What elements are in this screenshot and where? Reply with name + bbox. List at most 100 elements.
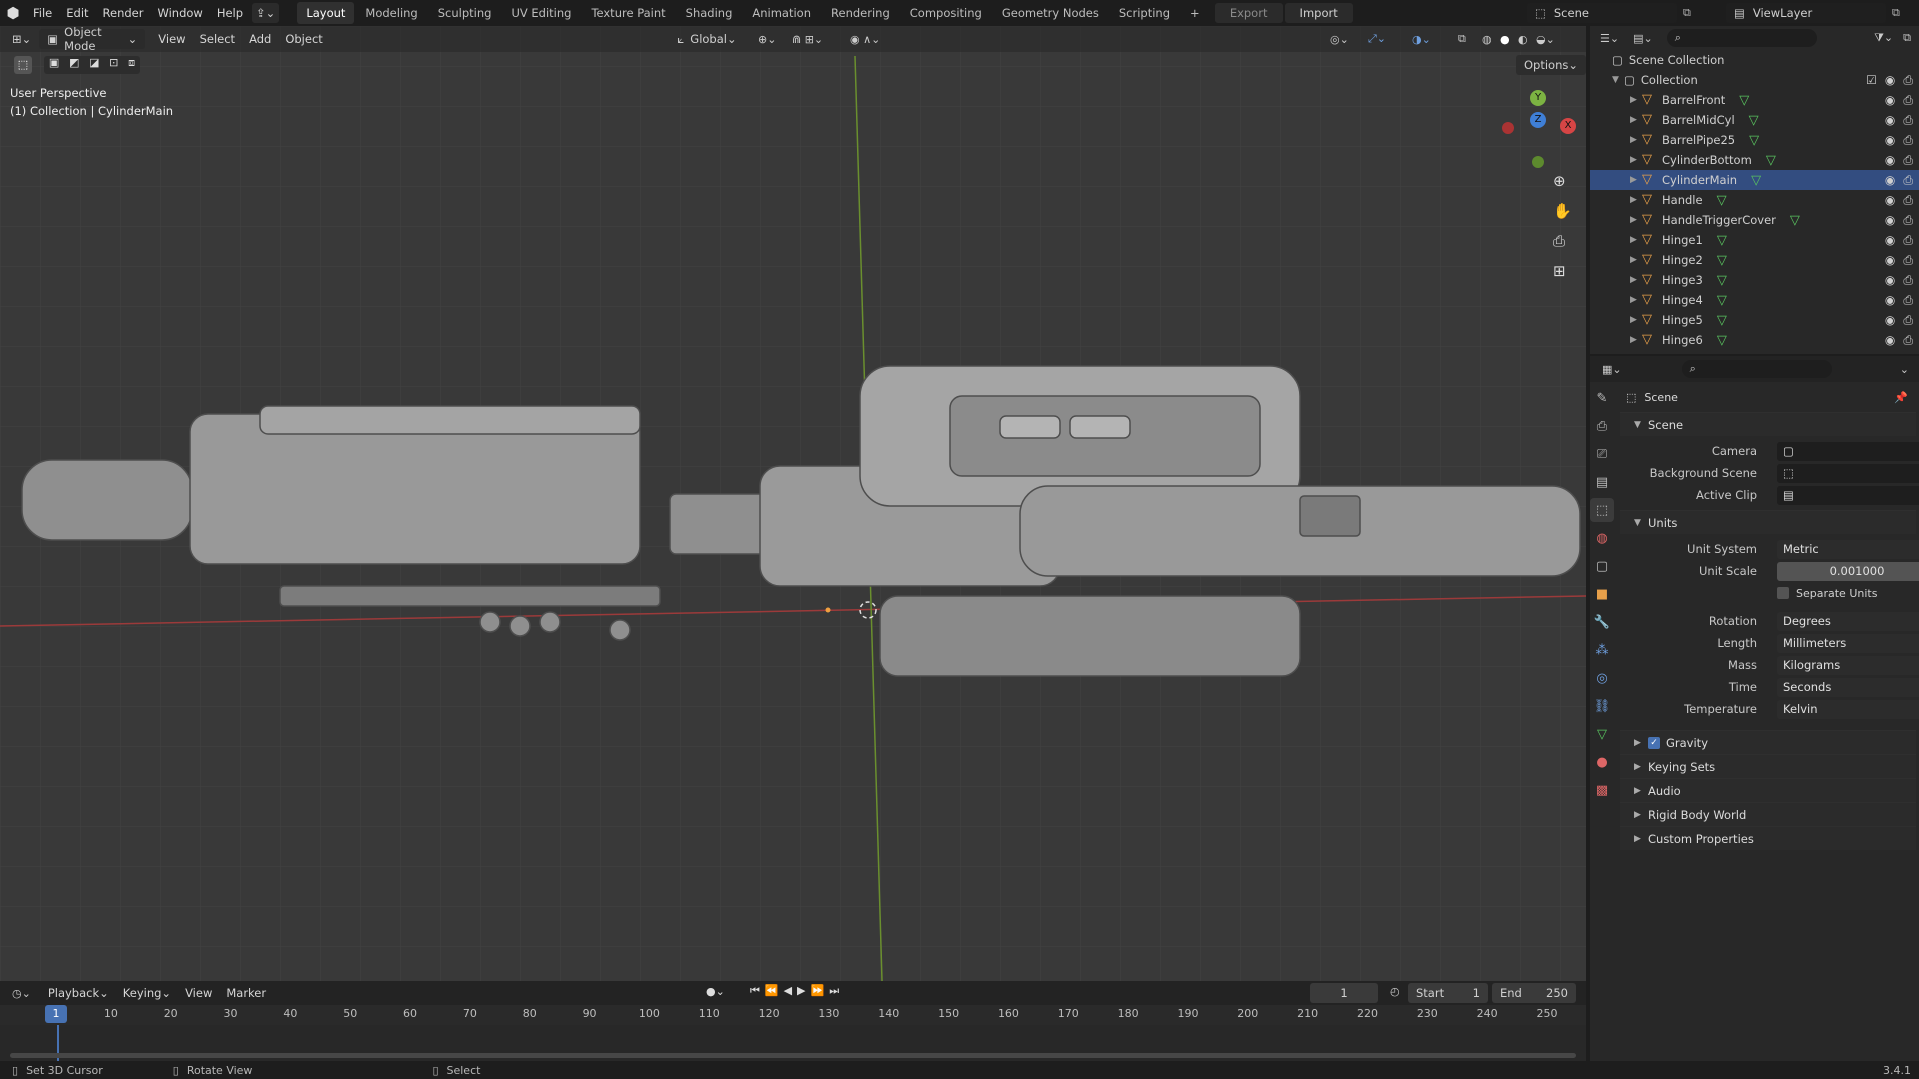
outliner-object-row[interactable]: ▶ ▽ Hinge6 ▽ ◉ ⎙	[1590, 330, 1919, 350]
chevron-right-icon[interactable]: ▶	[1630, 275, 1642, 285]
shading-wireframe-icon[interactable]: ◍	[1482, 33, 1492, 46]
camera-icon[interactable]: ⎙	[1903, 93, 1913, 108]
unit-scale-field[interactable]: 0.001000	[1777, 561, 1919, 581]
mesh-data-icon[interactable]: ▽	[1790, 213, 1800, 228]
tl-menu-playback[interactable]: Playback⌄	[41, 980, 116, 1006]
view-layer-selector[interactable]: ▤ ViewLayer	[1726, 3, 1886, 23]
units-panel-header[interactable]: ▼ Units	[1620, 510, 1916, 534]
chevron-right-icon[interactable]: ▶	[1630, 135, 1642, 145]
toolbar-select-box[interactable]: ⬚	[14, 56, 32, 74]
camera-icon[interactable]: ⎙	[1903, 213, 1913, 228]
mesh-data-icon[interactable]: ▽	[1717, 233, 1727, 248]
texture-tab-icon[interactable]: ▩	[1590, 778, 1614, 802]
tab-animation[interactable]: Animation	[743, 2, 820, 24]
scene-tab-icon[interactable]: ⬚	[1590, 498, 1614, 522]
eye-icon[interactable]: ◉	[1885, 333, 1895, 348]
select-subtract-icon[interactable]: ◪	[89, 56, 99, 74]
tl-menu-marker[interactable]: Marker	[219, 980, 273, 1006]
blender-logo-icon[interactable]: ⬢	[0, 4, 26, 22]
mesh-data-icon[interactable]: ▽	[1717, 313, 1727, 328]
modifier-tab-icon[interactable]: 🔧	[1590, 610, 1614, 634]
eye-icon[interactable]: ◉	[1885, 173, 1895, 188]
snap-icon[interactable]: ⋒ ⊞⌄	[792, 33, 823, 46]
shading-material-icon[interactable]: ◐	[1518, 33, 1528, 46]
chevron-right-icon[interactable]: ▶	[1630, 195, 1642, 205]
custom-properties-panel-header[interactable]: ▶ Custom Properties	[1620, 826, 1916, 850]
object-tab-icon[interactable]: ■	[1590, 582, 1614, 606]
eye-icon[interactable]: ◉	[1885, 73, 1895, 88]
tl-menu-keying[interactable]: Keying⌄	[116, 980, 178, 1006]
camera-icon[interactable]: ⎙	[1903, 233, 1913, 248]
chevron-right-icon[interactable]: ▶	[1630, 315, 1642, 325]
gravity-checkbox[interactable]: ✓	[1648, 736, 1660, 749]
gizmo-x-icon[interactable]: X	[1560, 118, 1576, 134]
3d-viewport[interactable]: ⊞⌄ ▣ Object Mode ⌄ View Select Add Objec…	[0, 26, 1586, 981]
editor-type-icon[interactable]: ⊞⌄	[8, 29, 35, 49]
length-dropdown[interactable]: Millimeters	[1777, 633, 1919, 653]
chevron-right-icon[interactable]: ▶	[1630, 155, 1642, 165]
camera-icon[interactable]: ⎙	[1903, 113, 1913, 128]
mesh-data-icon[interactable]: ▽	[1717, 333, 1727, 348]
upload-icon[interactable]: ⇪⌄	[252, 3, 280, 23]
outliner-object-row[interactable]: ▶ ▽ CylinderMain ▽ ◉ ⎙	[1590, 170, 1919, 190]
render-tab-icon[interactable]: ⎙	[1590, 414, 1614, 438]
chevron-right-icon[interactable]: ▶	[1630, 235, 1642, 245]
outliner-object-row[interactable]: ▶ ▽ Hinge2 ▽ ◉ ⎙	[1590, 250, 1919, 270]
chevron-down-icon[interactable]: ▼	[1612, 75, 1624, 85]
camera-icon[interactable]: ⎙	[1903, 333, 1913, 348]
outliner-object-row[interactable]: ▶ ▽ Hinge5 ▽ ◉ ⎙	[1590, 310, 1919, 330]
select-invert-icon[interactable]: ⊡	[109, 56, 118, 74]
tab-scripting[interactable]: Scripting	[1110, 2, 1179, 24]
eye-icon[interactable]: ◉	[1885, 313, 1895, 328]
new-view-layer-icon[interactable]: ⧉	[1892, 6, 1900, 20]
outliner-object-row[interactable]: ▶ ▽ Hinge3 ▽ ◉ ⎙	[1590, 270, 1919, 290]
scene-collection-row[interactable]: ▢ Scene Collection	[1590, 50, 1919, 70]
separate-units-checkbox[interactable]	[1777, 587, 1789, 599]
outliner-object-row[interactable]: ▶ ▽ HandleTriggerCover ▽ ◉ ⎙	[1590, 210, 1919, 230]
tab-rendering[interactable]: Rendering	[822, 2, 899, 24]
select-new-icon[interactable]: ▣	[49, 56, 59, 74]
scene-selector[interactable]: ⬚ Scene	[1527, 3, 1677, 23]
outliner-object-row[interactable]: ▶ ▽ BarrelPipe25 ▽ ◉ ⎙	[1590, 130, 1919, 150]
view-layer-tab-icon[interactable]: ▤	[1590, 470, 1614, 494]
props-search-field[interactable]: ⌕	[1681, 360, 1832, 378]
camera-icon[interactable]: ⎙	[1903, 193, 1913, 208]
outliner-object-row[interactable]: ▶ ▽ Hinge1 ▽ ◉ ⎙	[1590, 230, 1919, 250]
pin-icon[interactable]: 📌	[1894, 391, 1908, 404]
chevron-right-icon[interactable]: ▶	[1630, 95, 1642, 105]
eye-icon[interactable]: ◉	[1885, 133, 1895, 148]
rotation-dropdown[interactable]: Degrees	[1777, 611, 1919, 631]
options-dropdown[interactable]: Options ⌄	[1516, 55, 1586, 75]
tab-uv-editing[interactable]: UV Editing	[502, 2, 580, 24]
collection-tab-icon[interactable]: ▢	[1590, 554, 1614, 578]
rigid-body-panel-header[interactable]: ▶ Rigid Body World	[1620, 802, 1916, 826]
outliner-object-row[interactable]: ▶ ▽ CylinderBottom ▽ ◉ ⎙	[1590, 150, 1919, 170]
vp-menu-select[interactable]: Select	[193, 26, 242, 52]
frame-ruler[interactable]: 10 20 30 40 50 60 70 80 90 100 110 120 130 140 150 160 1…	[0, 1005, 1586, 1025]
tab-sculpting[interactable]: Sculpting	[429, 2, 501, 24]
chevron-right-icon[interactable]: ▶	[1630, 175, 1642, 185]
timeline[interactable]: ◷⌄ Playback⌄ Keying⌄ View Marker ●⌄ ⏮⏪◀▶…	[0, 981, 1586, 1069]
eye-icon[interactable]: ◉	[1885, 193, 1895, 208]
camera-view-icon[interactable]: ⎙	[1553, 232, 1565, 250]
particles-tab-icon[interactable]: ⁂	[1590, 638, 1614, 662]
outliner-editor-icon[interactable]: ☰⌄	[1600, 32, 1619, 45]
tab-geometry-nodes[interactable]: Geometry Nodes	[993, 2, 1108, 24]
export-button[interactable]: Export	[1214, 3, 1283, 23]
eye-icon[interactable]: ◉	[1885, 253, 1895, 268]
mesh-data-icon[interactable]: ▽	[1751, 173, 1761, 188]
end-frame-field[interactable]: End 250	[1492, 983, 1576, 1003]
record-icon[interactable]: ●⌄	[706, 985, 725, 998]
gizmo-toggle-icon[interactable]: ⤢⌄	[1368, 32, 1386, 46]
mesh-data-icon[interactable]: ▽	[1717, 253, 1727, 268]
props-editor-icon[interactable]: ▦⌄	[1602, 363, 1622, 376]
menu-help[interactable]: Help	[210, 0, 250, 26]
camera-icon[interactable]: ⎙	[1903, 133, 1913, 148]
vp-menu-view[interactable]: View	[151, 26, 192, 52]
chevron-right-icon[interactable]: ▶	[1630, 115, 1642, 125]
camera-field[interactable]: ▢✎	[1777, 441, 1919, 461]
stopwatch-icon[interactable]: ◴	[1390, 985, 1400, 998]
filter-icon[interactable]: ⧩⌄	[1874, 31, 1893, 45]
vp-menu-object[interactable]: Object	[278, 26, 329, 52]
timeline-scrollbar[interactable]	[10, 1053, 1576, 1058]
